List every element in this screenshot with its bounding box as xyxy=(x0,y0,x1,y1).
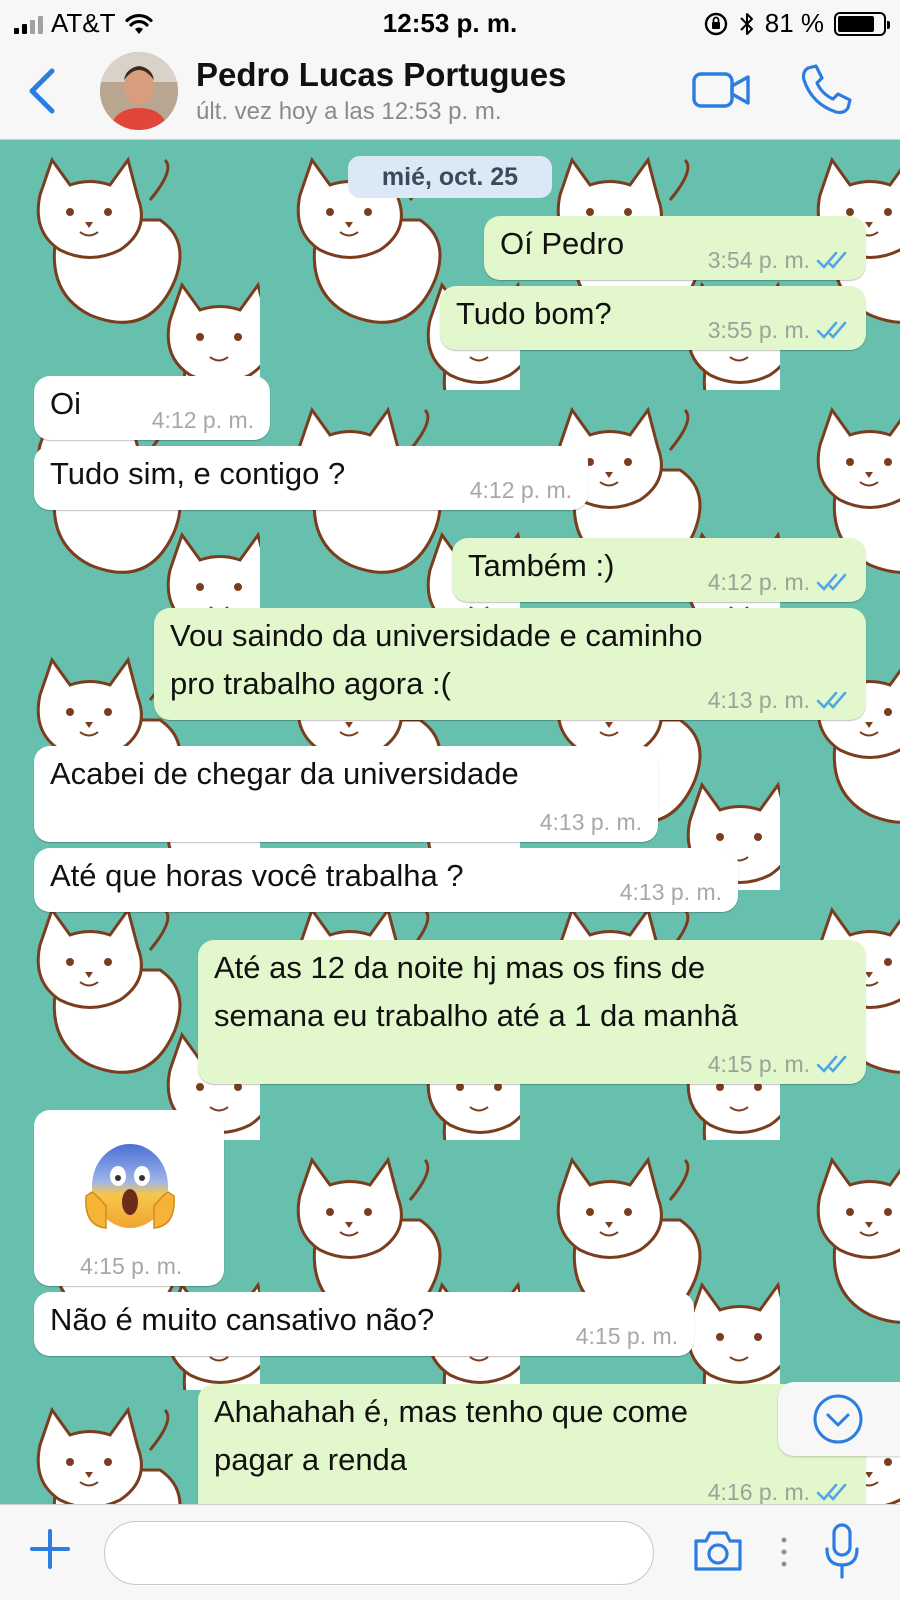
message-input[interactable] xyxy=(104,1521,654,1585)
date-badge: mié, oct. 25 xyxy=(348,156,552,198)
message-text-line2: semana eu trabalho até a 1 da manhã xyxy=(214,998,738,1033)
message-time: 4:13 p. m. xyxy=(619,879,722,905)
bluetooth-icon xyxy=(740,12,753,35)
read-ticks-icon xyxy=(816,251,847,269)
message-incoming-emoji[interactable]: 4:15 p. m. xyxy=(34,1110,224,1286)
message-incoming[interactable]: Não é muito cansativo não? 4:15 p. m. xyxy=(34,1292,694,1356)
message-outgoing[interactable]: Oí Pedro 3:54 p. m. xyxy=(484,216,866,280)
message-incoming[interactable]: Oi 4:12 p. m. xyxy=(34,376,270,440)
plus-icon[interactable] xyxy=(28,1527,72,1571)
message-text: Até as 12 da noite hj mas os fins de xyxy=(214,950,706,985)
message-time: 3:55 p. m. xyxy=(707,317,810,343)
message-meta: 4:13 p. m. xyxy=(620,878,722,906)
battery-percent: 81 % xyxy=(764,8,824,38)
scroll-to-bottom-button[interactable] xyxy=(778,1382,900,1456)
message-meta: 4:15 p. m. xyxy=(576,1322,678,1350)
message-meta: 4:16 p. m. xyxy=(708,1478,850,1504)
message-text: Ahahahah é, mas tenho que come xyxy=(214,1394,688,1429)
message-meta: 4:15 p. m. xyxy=(80,1252,182,1280)
message-outgoing[interactable]: Até as 12 da noite hj mas os fins de sem… xyxy=(198,940,866,1084)
last-seen-status: últ. vez hoy a las 12:53 p. m. xyxy=(196,98,502,125)
message-time: 4:15 p. m. xyxy=(575,1323,678,1349)
chevron-left-icon[interactable] xyxy=(22,66,62,116)
status-right: 81 % xyxy=(703,8,890,39)
message-time: 4:13 p. m. xyxy=(707,687,810,713)
read-ticks-icon xyxy=(816,573,847,591)
message-meta: 4:13 p. m. xyxy=(708,686,850,714)
message-incoming[interactable]: Até que horas você trabalha ? 4:13 p. m. xyxy=(34,848,738,912)
read-ticks-icon xyxy=(816,1483,847,1501)
message-time: 3:54 p. m. xyxy=(707,247,810,273)
message-outgoing[interactable]: Tudo bom? 3:55 p. m. xyxy=(440,286,866,350)
video-camera-icon[interactable] xyxy=(692,68,752,112)
read-ticks-icon xyxy=(816,321,847,339)
message-outgoing[interactable]: Também :) 4:12 p. m. xyxy=(452,538,866,602)
read-ticks-icon xyxy=(816,1055,847,1073)
battery-icon xyxy=(834,11,890,36)
orientation-lock-icon xyxy=(704,12,727,35)
message-time: 4:15 p. m. xyxy=(707,1051,810,1077)
message-outgoing[interactable]: Ahahahah é, mas tenho que come pagar a r… xyxy=(198,1384,866,1504)
read-ticks-icon xyxy=(816,691,847,709)
chat-header: Pedro Lucas Portugues últ. vez hoy a las… xyxy=(0,44,900,140)
battery-fill xyxy=(838,15,874,32)
message-text: Acabei de chegar da universidade xyxy=(50,756,519,791)
message-input-bar xyxy=(0,1504,900,1600)
avatar[interactable] xyxy=(100,52,178,130)
message-time: 4:15 p. m. xyxy=(80,1253,183,1279)
message-incoming[interactable]: Tudo sim, e contigo ? 4:12 p. m. xyxy=(34,446,588,510)
microphone-icon[interactable] xyxy=(822,1521,862,1581)
message-time: 4:16 p. m. xyxy=(707,1479,810,1504)
message-meta: 4:12 p. m. xyxy=(708,568,850,596)
message-meta: 4:15 p. m. xyxy=(708,1050,850,1078)
message-time: 4:13 p. m. xyxy=(539,809,642,835)
chevron-down-circle-icon xyxy=(813,1394,863,1444)
avatar-image xyxy=(100,52,178,130)
camera-icon[interactable] xyxy=(692,1527,744,1573)
phone-icon[interactable] xyxy=(800,62,854,116)
message-time: 4:12 p. m. xyxy=(707,569,810,595)
message-meta: 4:12 p. m. xyxy=(152,406,254,434)
message-meta: 3:55 p. m. xyxy=(708,316,850,344)
face-screaming-in-fear-emoji xyxy=(85,1144,175,1229)
chat-area[interactable]: mié, oct. 25 Oí Pedro 3:54 p. m. Tudo bo… xyxy=(0,140,900,1504)
message-text: Vou saindo da universidade e caminho xyxy=(170,618,703,653)
message-text-line2: pagar a renda xyxy=(214,1442,408,1477)
message-outgoing[interactable]: Vou saindo da universidade e caminho pro… xyxy=(154,608,866,720)
message-time: 4:12 p. m. xyxy=(469,477,572,503)
more-dots-icon[interactable] xyxy=(780,1535,788,1569)
message-meta: 3:54 p. m. xyxy=(708,246,850,274)
message-time: 4:12 p. m. xyxy=(151,407,254,433)
message-meta: 4:13 p. m. xyxy=(540,808,642,836)
message-meta: 4:12 p. m. xyxy=(470,476,572,504)
contact-name[interactable]: Pedro Lucas Portugues xyxy=(196,56,566,94)
message-incoming[interactable]: Acabei de chegar da universidade 4:13 p.… xyxy=(34,746,658,842)
status-bar: AT&T 12:53 p. m. 81 % xyxy=(0,0,900,44)
